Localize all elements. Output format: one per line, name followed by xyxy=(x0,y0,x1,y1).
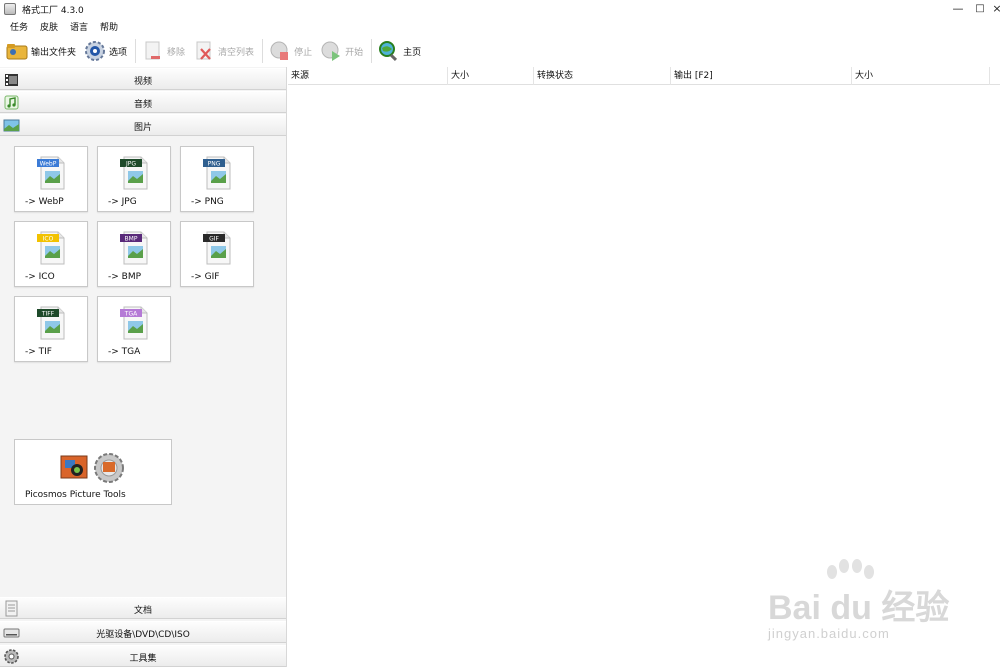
start-icon xyxy=(320,40,342,62)
menu-language[interactable]: 语言 xyxy=(70,20,88,33)
watermark-url: jingyan.baidu.com xyxy=(768,626,890,641)
gear-icon xyxy=(84,40,106,62)
menu-task[interactable]: 任务 xyxy=(10,20,28,33)
toolbar-divider xyxy=(371,39,373,63)
convert-tile-bmp[interactable]: BMP -> BMP xyxy=(97,221,171,287)
category-document[interactable]: 文档 xyxy=(0,597,286,619)
picosmos-icon xyxy=(59,450,129,486)
category-tools[interactable]: 工具集 xyxy=(0,645,286,667)
convert-tile-jpg[interactable]: JPG -> JPG xyxy=(97,146,171,212)
maximize-button[interactable]: □ xyxy=(972,2,988,16)
globe-search-icon xyxy=(378,40,400,62)
stop-icon xyxy=(269,40,291,62)
app-icon xyxy=(4,3,16,15)
menu-skin[interactable]: 皮肤 xyxy=(40,20,58,33)
baidu-watermark: Bai du 经验 jingyan.baidu.com xyxy=(760,558,960,648)
category-audio[interactable]: 音频 xyxy=(0,91,286,113)
remove-icon xyxy=(142,40,164,62)
toolbar-divider xyxy=(135,39,137,63)
category-picture-label: 图片 xyxy=(133,123,152,133)
category-video-label: 视频 xyxy=(133,77,152,87)
close-button[interactable]: × xyxy=(990,2,1000,16)
badge-text: BMP xyxy=(125,236,138,243)
image-file-icon: BMP xyxy=(120,231,150,265)
badge-text: WebP xyxy=(40,161,57,168)
tile-label: -> PNG xyxy=(191,197,224,207)
image-file-icon: JPG xyxy=(120,156,150,190)
remove-label: 移除 xyxy=(167,47,186,58)
toolbar-divider xyxy=(262,39,264,63)
column-output[interactable]: 输出 [F2] xyxy=(671,67,852,85)
output-folder-label: 输出文件夹 xyxy=(31,47,77,58)
image-file-icon: ICO xyxy=(37,231,67,265)
tile-label: -> JPG xyxy=(108,197,137,207)
home-button[interactable]: 主页 xyxy=(378,38,421,64)
home-label: 主页 xyxy=(403,47,422,58)
tile-label: -> GIF xyxy=(191,272,220,282)
badge-text: TIFF xyxy=(41,311,55,318)
tile-label: -> TIF xyxy=(25,347,52,357)
watermark-brand: Bai du 经验 xyxy=(768,589,950,627)
list-header: 来源 大小 转换状态 输出 [F2] 大小 xyxy=(288,67,1000,85)
tile-label: -> BMP xyxy=(108,272,142,282)
menu-help[interactable]: 帮助 xyxy=(100,20,118,33)
picosmos-label: Picosmos Picture Tools xyxy=(25,490,126,500)
tile-label: -> WebP xyxy=(25,197,64,207)
badge-text: ICO xyxy=(43,236,54,243)
picosmos-tools-tile[interactable]: Picosmos Picture Tools xyxy=(14,439,172,505)
clear-icon xyxy=(193,40,215,62)
toolbar: 输出文件夹 选项 移除 清空列表 停止 开始 主页 xyxy=(0,36,1000,66)
clear-list-button[interactable]: 清空列表 xyxy=(193,38,254,64)
column-size[interactable]: 大小 xyxy=(448,67,534,85)
category-optical[interactable]: 光驱设备\DVD\CD\ISO xyxy=(0,621,286,643)
minimize-button[interactable]: — xyxy=(950,2,966,16)
output-folder-button[interactable]: 输出文件夹 xyxy=(6,38,76,64)
tile-label: -> TGA xyxy=(108,347,141,357)
start-button[interactable]: 开始 xyxy=(320,38,363,64)
convert-tile-webp[interactable]: WebP -> WebP xyxy=(14,146,88,212)
column-source[interactable]: 来源 xyxy=(288,67,448,85)
image-file-icon: WebP xyxy=(37,156,67,190)
convert-tile-ico[interactable]: ICO -> ICO xyxy=(14,221,88,287)
category-audio-label: 音频 xyxy=(133,100,152,110)
category-video[interactable]: 视频 xyxy=(0,68,286,90)
stop-button[interactable]: 停止 xyxy=(269,38,312,64)
convert-tile-gif[interactable]: GIF -> GIF xyxy=(180,221,254,287)
start-label: 开始 xyxy=(345,47,364,58)
convert-tile-tga[interactable]: TGA -> TGA xyxy=(97,296,171,362)
image-file-icon: GIF xyxy=(203,231,233,265)
category-tools-label: 工具集 xyxy=(129,654,157,664)
image-file-icon: TGA xyxy=(120,306,150,340)
window-title: 格式工厂 4.3.0 xyxy=(22,5,84,16)
badge-text: JPG xyxy=(125,161,136,168)
options-button[interactable]: 选项 xyxy=(84,38,127,64)
tile-label: -> ICO xyxy=(25,272,55,282)
folder-icon xyxy=(6,40,28,62)
clear-list-label: 清空列表 xyxy=(218,47,255,58)
options-label: 选项 xyxy=(109,47,128,58)
column-output-size[interactable]: 大小 xyxy=(852,67,990,85)
category-document-label: 文档 xyxy=(133,606,152,616)
badge-text: PNG xyxy=(208,161,221,168)
convert-tile-png[interactable]: PNG -> PNG xyxy=(180,146,254,212)
column-status[interactable]: 转换状态 xyxy=(534,67,671,85)
badge-text: GIF xyxy=(209,236,219,243)
menu-bar: 任务 皮肤 语言 帮助 xyxy=(0,18,130,34)
title-bar: 格式工厂 4.3.0 — □ × xyxy=(0,0,1000,18)
category-optical-label: 光驱设备\DVD\CD\ISO xyxy=(96,630,190,640)
category-picture[interactable]: 图片 xyxy=(0,114,286,136)
stop-label: 停止 xyxy=(294,47,313,58)
remove-button[interactable]: 移除 xyxy=(142,38,185,64)
image-file-icon: PNG xyxy=(203,156,233,190)
image-file-icon: TIFF xyxy=(37,306,67,340)
convert-tile-tiff[interactable]: TIFF -> TIF xyxy=(14,296,88,362)
badge-text: TGA xyxy=(124,311,138,318)
category-panel: 视频 音频 图片 WebP -> WebP JPG -> JPG PNG -> PNG IC… xyxy=(0,67,287,667)
